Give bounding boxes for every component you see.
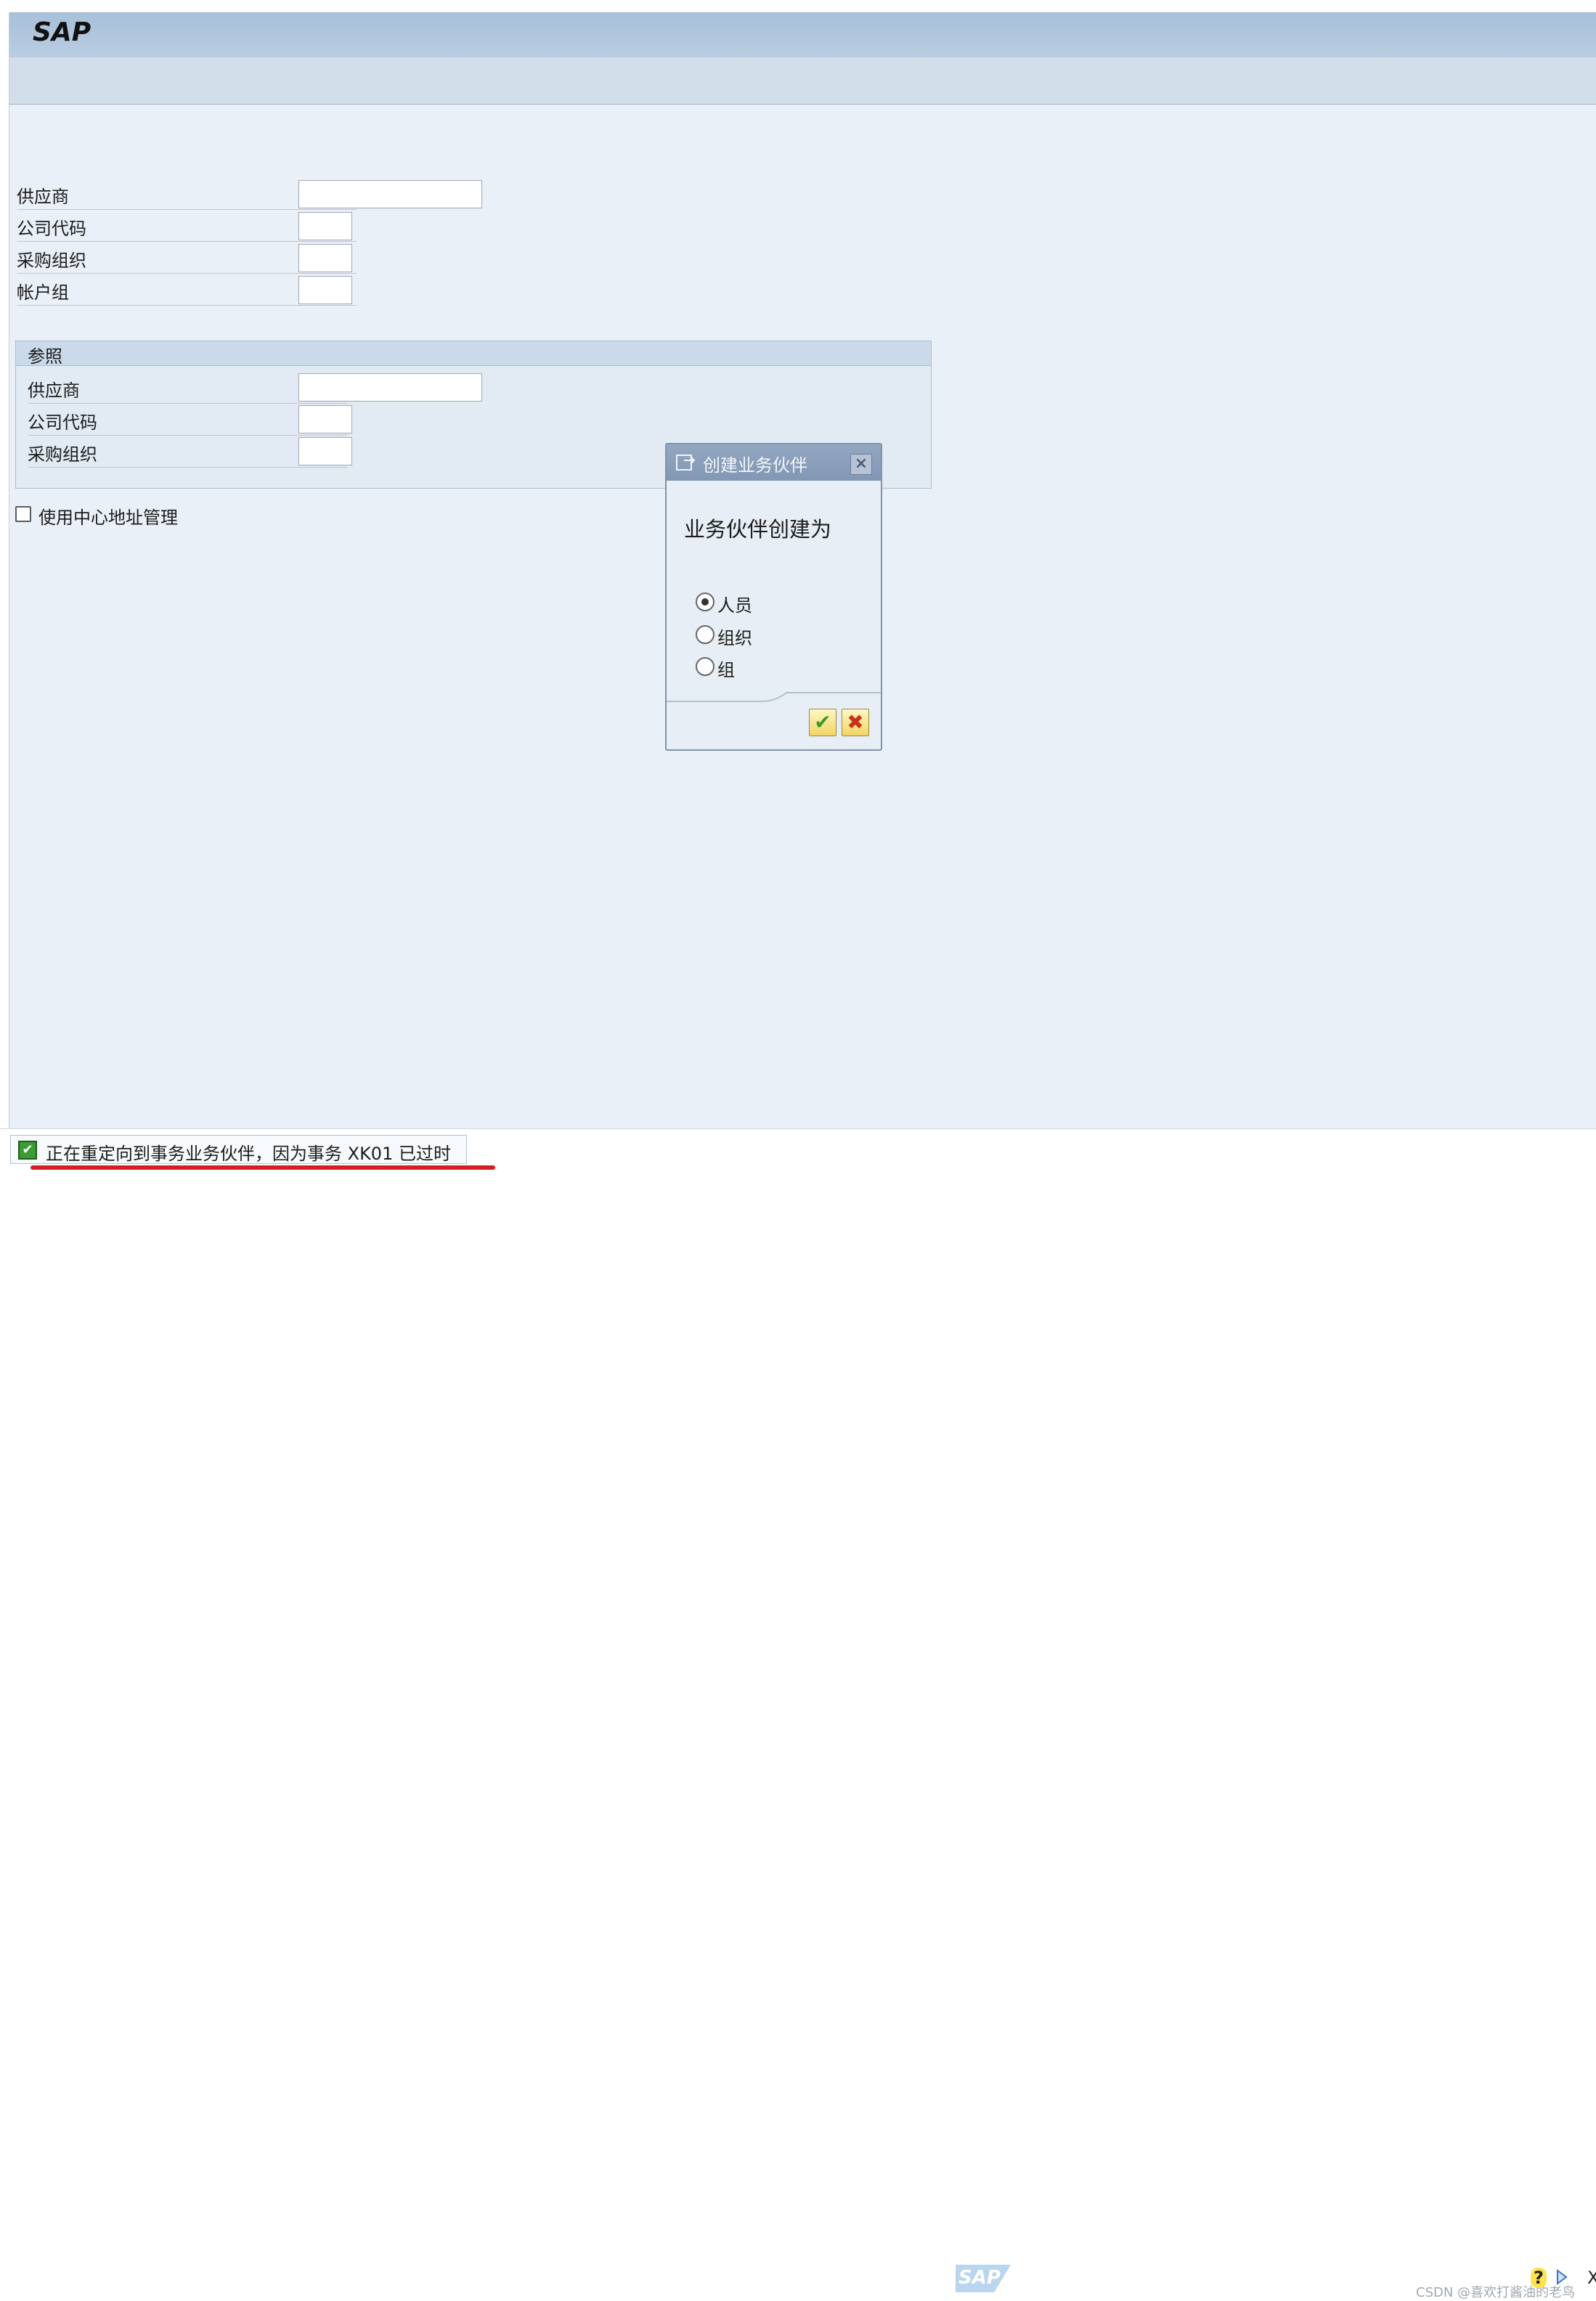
status-message[interactable]: ✔ 正在重定向到事务业务伙伴，因为事务 XK01 已过时 [10,1135,467,1164]
purch-org-input[interactable] [298,244,352,272]
company-code-label: 公司代码 [17,219,86,239]
ref-vendor-label: 供应商 [28,380,80,401]
vendor-input[interactable] [298,180,482,208]
central-address-label: 使用中心地址管理 [38,508,178,528]
radio-group-label: 组 [717,660,735,680]
radio-person[interactable] [696,592,714,611]
help-icon[interactable]: ? [1531,2268,1547,2288]
ref-company-code-label: 公司代码 [28,412,97,433]
dialog-title: 创建业务伙伴 [703,455,807,476]
purch-org-label: 采购组织 [17,251,86,271]
sap-watermark-logo: SAP [956,2265,1011,2292]
expand-status-icon[interactable] [1555,2269,1568,2285]
dialog-ok-button[interactable]: ✔ [809,709,836,736]
dialog-title-bar: 创建业务伙伴 × [667,444,881,481]
red-highlight-underline [30,1165,495,1170]
trailing-text: X [1587,2268,1596,2288]
radio-group[interactable] [696,657,714,676]
success-check-icon: ✔ [18,1141,37,1160]
dialog-close-button[interactable]: × [850,454,872,475]
sap-main-window: SAP 供应商 公司代码 采购组织 帐户组 参照 供应商 公司代码 采购组织 使… [9,12,1596,1176]
application-toolbar [9,57,1596,105]
ref-company-code-input[interactable] [298,405,352,433]
company-code-input[interactable] [298,212,352,240]
create-bp-dialog: 创建业务伙伴 × 业务伙伴创建为 人员 组织 组 ✔ ✖ [665,443,882,751]
reference-group-title: 参照 [28,346,62,367]
ref-vendor-input[interactable] [298,373,482,402]
title-bar: SAP [9,12,1596,58]
ref-purch-org-input[interactable] [298,437,352,465]
vendor-label: 供应商 [17,187,69,207]
dialog-icon [676,455,696,471]
account-group-input[interactable] [298,276,352,304]
radio-organization[interactable] [696,625,714,644]
dialog-cancel-button[interactable]: ✖ [842,709,869,736]
sap-logo: SAP [33,17,91,47]
radio-organization-label: 组织 [717,628,752,648]
dialog-divider [667,692,881,702]
central-address-checkbox[interactable] [15,506,31,522]
dialog-prompt: 业务伙伴创建为 [684,517,832,542]
reference-group-header: 参照 [16,341,931,367]
ref-purch-org-label: 采购组织 [28,444,97,465]
csdn-watermark: CSDN @喜欢打酱油的老鸟 [1416,2285,1576,2300]
radio-person-label: 人员 [717,595,752,616]
status-message-text: 正在重定向到事务业务伙伴，因为事务 XK01 已过时 [46,1144,451,1164]
account-group-label: 帐户组 [17,282,69,303]
